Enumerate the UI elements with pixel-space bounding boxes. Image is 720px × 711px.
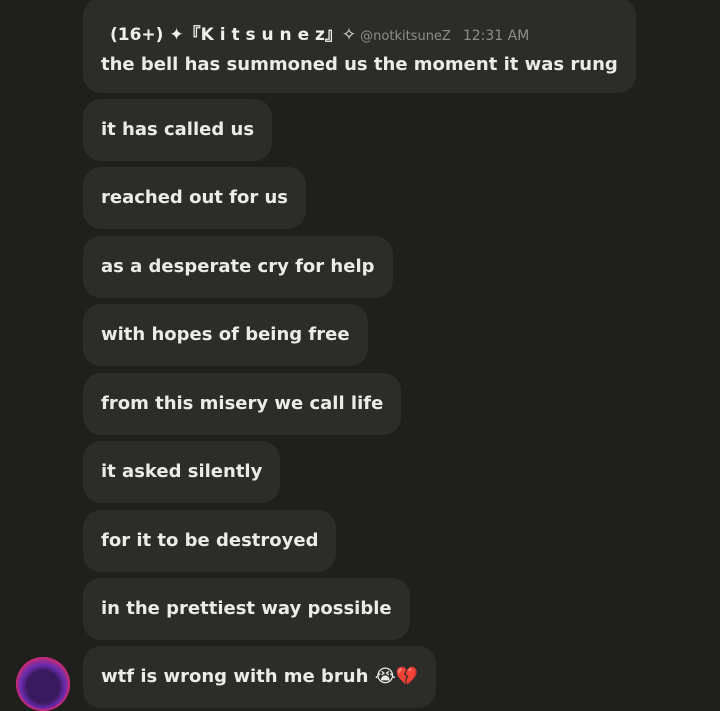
message-bubble[interactable]: in the prettiest way possible <box>83 578 410 640</box>
message-text: with hopes of being free <box>101 324 350 345</box>
message-bubble[interactable]: it has called us <box>83 99 273 161</box>
message-text: the bell has summoned us the moment it w… <box>101 54 618 75</box>
message-bubble[interactable]: wtf is wrong with me bruh 😭💔 <box>83 646 437 708</box>
message-feed: (16+) ✦『K i t s u n e z』✧ @notkitsuneZ 1… <box>0 0 720 711</box>
message-bubble[interactable]: it asked silently <box>83 441 281 503</box>
message-text: reached out for us <box>101 187 288 208</box>
message-bubble[interactable]: with hopes of being free <box>83 304 368 366</box>
message-text: from this misery we call life <box>101 393 384 414</box>
message-text: wtf is wrong with me bruh 😭💔 <box>101 666 419 687</box>
message-header: (16+) ✦『K i t s u n e z』✧ @notkitsuneZ 1… <box>110 20 618 45</box>
message-text: in the prettiest way possible <box>101 598 392 619</box>
avatar[interactable] <box>16 657 70 711</box>
message-bubble[interactable]: from this misery we call life <box>83 373 402 435</box>
message-bubble[interactable]: reached out for us <box>83 167 306 229</box>
message-text: for it to be destroyed <box>101 530 319 551</box>
author-handle[interactable]: @notkitsuneZ <box>360 29 451 44</box>
message-text: it has called us <box>101 119 255 140</box>
message-text: it asked silently <box>101 461 263 482</box>
message-bubble[interactable]: as a desperate cry for help <box>83 236 393 298</box>
message-bubble-first[interactable]: (16+) ✦『K i t s u n e z』✧ @notkitsuneZ 1… <box>83 0 636 93</box>
message-text: as a desperate cry for help <box>101 256 375 277</box>
message-timestamp: 12:31 AM <box>462 28 530 44</box>
author-display-name[interactable]: (16+) ✦『K i t s u n e z』✧ <box>110 20 356 45</box>
message-bubble[interactable]: for it to be destroyed <box>83 510 337 572</box>
